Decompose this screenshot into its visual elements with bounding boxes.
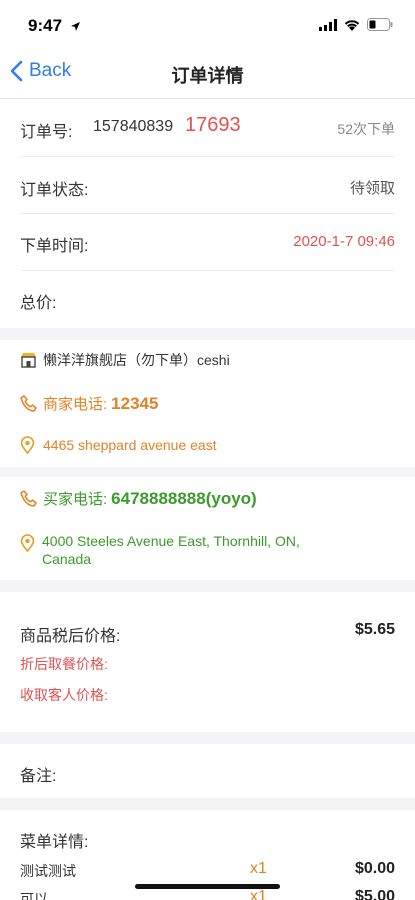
section-divider <box>0 580 415 592</box>
navigation-bar: Back 订单详情 <box>0 50 415 99</box>
page-title: 订单详情 <box>171 66 244 86</box>
menu-item-name: 测试测试 <box>20 863 76 879</box>
menu-item-price: $5.00 <box>354 888 395 900</box>
buyer-phone-value: 6478888888(yoyo) <box>111 488 257 508</box>
merchant-phone-value: 12345 <box>111 393 159 413</box>
note-row: 备注: <box>0 744 415 798</box>
order-number-suffix: 17693 <box>185 114 241 136</box>
status-time: 9:47 <box>28 16 63 35</box>
total-row: 总价: <box>20 271 395 327</box>
signal-icon <box>319 18 337 36</box>
order-time-label: 下单时间: <box>20 238 89 255</box>
menu-item-qty: x1 <box>250 888 267 900</box>
note-label: 备注: <box>20 768 57 785</box>
order-time-row: 下单时间: 2020-1-7 09:46 <box>20 214 395 271</box>
merchant-address: 4465 sheppard avenue east <box>43 437 217 453</box>
order-number-label: 订单号: <box>20 124 73 141</box>
menu-label: 菜单详情: <box>20 834 89 851</box>
menu-item-price: $0.00 <box>354 860 395 877</box>
location-pin-icon <box>20 436 35 454</box>
discount-label: 折后取餐价格: <box>20 656 108 672</box>
section-divider <box>0 732 415 744</box>
section-divider <box>0 798 415 810</box>
buyer-phone-label: 买家电话: <box>43 491 108 508</box>
section-divider <box>0 467 415 477</box>
order-count: 52次下单 <box>337 121 395 137</box>
phone-icon <box>20 490 37 507</box>
after-tax-value: $5.65 <box>354 621 395 638</box>
after-tax-label: 商品税后价格: <box>20 628 121 645</box>
buyer-address-line1: 4000 Steeles Avenue East, Thornhill, ON, <box>42 533 300 549</box>
menu-item-name: 可以 <box>20 891 48 900</box>
home-indicator[interactable] <box>135 884 280 889</box>
battery-icon <box>367 18 393 36</box>
order-status-row: 订单状态: 待领取 <box>20 157 395 214</box>
order-time-value: 2020-1-7 09:46 <box>293 233 395 250</box>
location-icon <box>70 19 81 37</box>
shop-icon <box>21 353 36 368</box>
section-divider <box>0 328 415 340</box>
merchant-address-line: 4465 sheppard avenue east <box>20 436 217 454</box>
buyer-address-line2: Canada <box>42 551 92 567</box>
shop-name-line: 懒洋洋旗舰店（勿下单）ceshi <box>20 350 230 370</box>
order-number-row: 订单号: 157840839 17693 52次下单 <box>20 99 395 157</box>
order-status-label: 订单状态: <box>20 182 89 199</box>
location-pin-icon <box>20 534 35 552</box>
menu-item-qty: x1 <box>250 860 267 877</box>
buyer-phone-line[interactable]: 买家电话: 6478888888(yoyo) <box>20 488 257 509</box>
merchant-phone-line[interactable]: 商家电话: 12345 <box>20 393 158 414</box>
list-item: 测试测试 x1 $0.00 <box>20 858 395 882</box>
wifi-icon <box>344 18 360 36</box>
price-section: 商品税后价格: $5.65 折后取餐价格: 收取客人价格: <box>20 592 395 732</box>
shop-name: 懒洋洋旗舰店（勿下单）ceshi <box>43 352 230 368</box>
merchant-phone-label: 商家电话: <box>43 396 108 413</box>
status-bar: 9:47 <box>0 0 415 50</box>
collect-label: 收取客人价格: <box>20 687 108 703</box>
phone-icon <box>20 395 37 412</box>
order-number-prefix: 157840839 <box>93 118 174 135</box>
total-label: 总价: <box>20 295 57 312</box>
order-status-value: 待领取 <box>349 180 395 197</box>
